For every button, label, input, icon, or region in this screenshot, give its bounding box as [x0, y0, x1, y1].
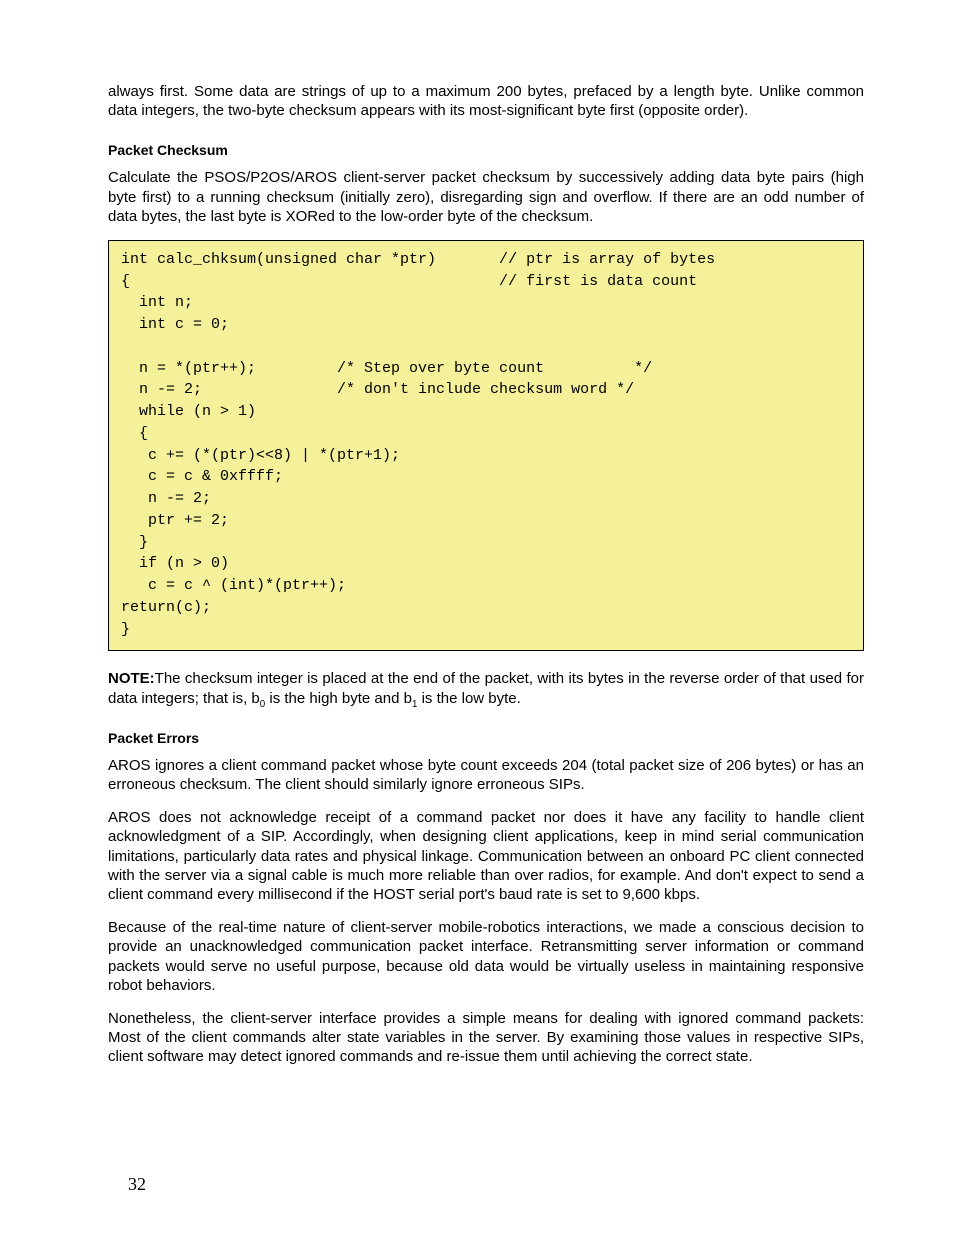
note-text-b: is the high byte and b: [265, 690, 412, 707]
note-paragraph: NOTE:The checksum integer is placed at t…: [108, 669, 864, 707]
errors-paragraph-4: Nonetheless, the client-server interface…: [108, 1009, 864, 1067]
errors-paragraph-2: AROS does not acknowledge receipt of a c…: [108, 808, 864, 904]
page-number: 32: [128, 1174, 146, 1195]
errors-paragraph-1: AROS ignores a client command packet who…: [108, 756, 864, 794]
heading-packet-errors: Packet Errors: [108, 730, 864, 746]
code-block-checksum: int calc_chksum(unsigned char *ptr) // p…: [108, 240, 864, 652]
heading-packet-checksum: Packet Checksum: [108, 142, 864, 158]
note-text-c: is the low byte.: [417, 690, 520, 707]
page: always first. Some data are strings of u…: [0, 0, 954, 1235]
top-paragraph: always first. Some data are strings of u…: [108, 82, 864, 120]
errors-paragraph-3: Because of the real-time nature of clien…: [108, 918, 864, 995]
note-label: NOTE:: [108, 670, 155, 687]
checksum-paragraph: Calculate the PSOS/P2OS/AROS client-serv…: [108, 168, 864, 226]
